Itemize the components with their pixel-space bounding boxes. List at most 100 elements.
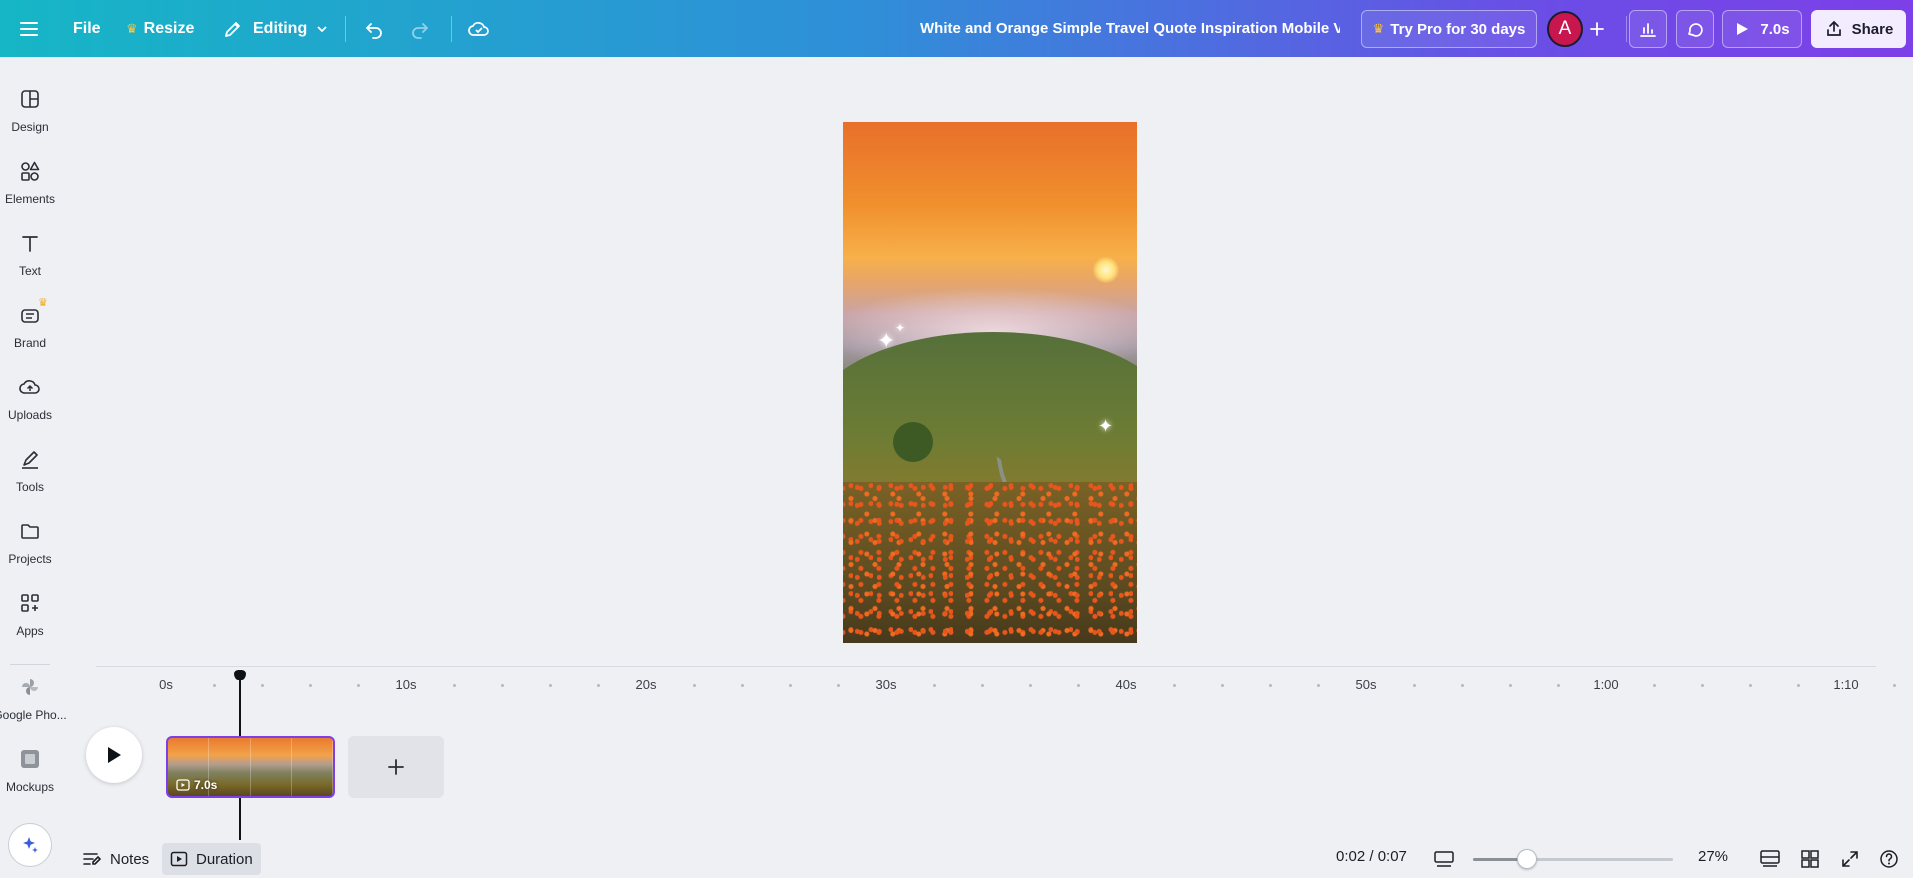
timeline-tick-dot: [1269, 684, 1272, 687]
zoom-slider-track[interactable]: [1473, 858, 1673, 861]
timeline-tick-dot: [261, 684, 264, 687]
undo-button[interactable]: [363, 0, 385, 57]
help-icon: [1880, 850, 1898, 868]
fullscreen-icon: [1842, 851, 1858, 867]
comments-button[interactable]: [1676, 10, 1714, 48]
timeline-tick-dot: [1461, 684, 1464, 687]
sidebar-item-tools[interactable]: Tools: [0, 438, 60, 504]
chevron-down-icon: [317, 25, 327, 32]
projects-icon: [17, 518, 43, 544]
present-play-button[interactable]: 7.0s: [1722, 10, 1802, 48]
sidebar-item-design[interactable]: Design: [0, 78, 60, 144]
grid-icon: [1801, 850, 1819, 868]
pages-view-button[interactable]: [1757, 846, 1783, 872]
redo-button[interactable]: [409, 0, 431, 57]
sidebar-divider: [10, 664, 50, 665]
duration-button[interactable]: Duration: [162, 843, 261, 875]
file-label: File: [73, 19, 101, 37]
timeline-tick-dot: [1509, 684, 1512, 687]
file-menu-button[interactable]: File: [73, 0, 101, 57]
zoom-percentage[interactable]: 27%: [1698, 848, 1728, 865]
sparkle-icon: [23, 837, 38, 853]
share-button[interactable]: Share: [1811, 10, 1906, 48]
timeline-tick-dot: [1173, 684, 1176, 687]
user-avatar[interactable]: A: [1547, 11, 1583, 47]
tree-graphic: [893, 422, 933, 462]
sidebar-item-elements[interactable]: Elements: [0, 150, 60, 216]
sun-graphic: [1093, 257, 1119, 283]
editing-mode-dropdown[interactable]: Editing: [222, 0, 329, 57]
sidebar-item-label: Brand: [13, 336, 47, 350]
play-icon: [108, 747, 121, 763]
sidebar-item-brand[interactable]: ♛ Brand: [0, 294, 60, 360]
play-icon: [1737, 23, 1749, 35]
duration-label: Duration: [196, 850, 253, 868]
resize-label: Resize: [143, 19, 195, 37]
resize-button[interactable]: ♛ Resize: [126, 0, 194, 57]
fullscreen-button[interactable]: [1837, 846, 1863, 872]
cloud-save-status-button[interactable]: [467, 0, 491, 57]
timeline-tick-dot: [837, 684, 840, 687]
timeline-tick-dot: [1797, 684, 1800, 687]
timeline-tick-label: 1:00: [1593, 677, 1619, 692]
timeline-tick-dot: [1701, 684, 1704, 687]
top-toolbar: File ♛ Resize Editing White and Orange S…: [0, 0, 1913, 57]
timeline-tick-dot: [693, 684, 696, 687]
sidebar-item-uploads[interactable]: Uploads: [0, 366, 60, 432]
sidebar-item-label: Apps: [16, 624, 44, 638]
timeline-tick-dot: [1317, 684, 1320, 687]
redo-icon: [412, 22, 429, 39]
main-menu-button[interactable]: [18, 0, 40, 57]
timeline-tick-dot: [1557, 684, 1560, 687]
timeline-tick-dot: [1077, 684, 1080, 687]
help-button[interactable]: [1876, 846, 1902, 872]
sidebar-item-mockups[interactable]: Mockups: [0, 738, 60, 804]
design-canvas-page[interactable]: ✦ ✦ ✦: [843, 122, 1137, 643]
sidebar-item-label: Text: [18, 264, 41, 278]
present-duration-label: 7.0s: [1760, 20, 1790, 38]
page-view-icon: [1434, 851, 1454, 867]
invite-button[interactable]: [1588, 0, 1606, 57]
playback-time-readout: 0:02 / 0:07: [1336, 848, 1407, 865]
pages-icon: [1760, 850, 1780, 867]
try-pro-button[interactable]: ♛ Try Pro for 30 days: [1361, 10, 1537, 48]
timeline-clip[interactable]: 7.0s: [166, 736, 335, 798]
timeline-play-button[interactable]: [86, 727, 142, 783]
toolbar-divider: [451, 16, 452, 42]
design-icon: [17, 86, 43, 112]
cloud-check-icon: [468, 21, 489, 36]
plus-icon: [1590, 21, 1604, 36]
timeline-tick-dot: [789, 684, 792, 687]
magic-assistant-button[interactable]: [8, 823, 52, 867]
timeline-tick-dot: [1893, 684, 1896, 687]
timeline-tick-dot: [1221, 684, 1224, 687]
timeline-tick-dot: [933, 684, 936, 687]
hamburger-menu-icon: [20, 21, 38, 36]
timeline-tick-dot: [213, 684, 216, 687]
video-icon: [170, 851, 188, 867]
sparkle-icon: ✦: [877, 328, 896, 353]
grid-view-button[interactable]: [1797, 846, 1823, 872]
page-view-button[interactable]: [1431, 846, 1457, 872]
tools-icon: [17, 446, 43, 472]
sidebar-item-google-photos[interactable]: Google Pho...: [0, 666, 67, 732]
crown-icon: ♛: [126, 20, 138, 36]
sidebar-item-label: Mockups: [5, 780, 55, 794]
insights-button[interactable]: [1629, 10, 1667, 48]
sidebar-item-text[interactable]: Text: [0, 222, 60, 288]
elements-icon: [17, 158, 43, 184]
timeline-tick-label: 1:10: [1833, 677, 1859, 692]
left-sidebar: Design Elements Text ♛ Brand Uploads Too…: [0, 57, 67, 878]
uploads-icon: [17, 374, 43, 400]
comment-icon: [1688, 23, 1703, 37]
sidebar-item-apps[interactable]: Apps: [0, 582, 60, 648]
playhead-handle[interactable]: [234, 670, 247, 680]
pencil-icon: [225, 21, 240, 37]
sidebar-item-projects[interactable]: Projects: [0, 510, 60, 576]
timeline-tick-dot: [309, 684, 312, 687]
document-title[interactable]: White and Orange Simple Travel Quote Ins…: [920, 0, 1340, 57]
notes-button[interactable]: Notes: [74, 843, 157, 875]
add-page-button[interactable]: [348, 736, 444, 798]
share-upload-icon: [1826, 20, 1841, 36]
zoom-slider-handle[interactable]: [1517, 849, 1537, 869]
